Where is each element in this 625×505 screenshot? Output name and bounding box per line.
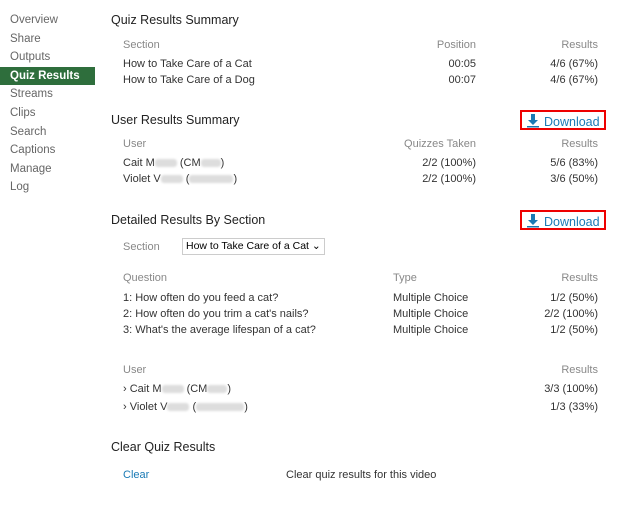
section-filter: Section How to Take Care of a Cat ⌄ bbox=[123, 238, 606, 255]
sidebar-item-search[interactable]: Search bbox=[0, 123, 95, 142]
section-position: 00:07 bbox=[448, 74, 476, 86]
question-type: Multiple Choice bbox=[393, 308, 469, 320]
col-results: Results bbox=[561, 39, 598, 51]
user-summary-title: User Results Summary bbox=[111, 113, 240, 127]
col-quizzes-taken: Quizzes Taken bbox=[404, 138, 476, 150]
col-user: User bbox=[123, 364, 147, 376]
table-row: 1: How often do you feed a cat? Multiple… bbox=[123, 290, 606, 306]
table-row: How to Take Care of a Cat 00:05 4/6 (67%… bbox=[123, 56, 606, 72]
col-type: Type bbox=[393, 272, 417, 284]
question-results: 1/2 (50%) bbox=[550, 292, 598, 304]
question-text: 1: How often do you feed a cat? bbox=[123, 292, 279, 304]
user-results: 5/6 (83%) bbox=[550, 157, 598, 169]
col-section: Section bbox=[123, 39, 160, 51]
table-row: How to Take Care of a Dog 00:07 4/6 (67%… bbox=[123, 72, 606, 88]
chevron-down-icon: ⌄ bbox=[311, 240, 321, 252]
chevron-right-icon[interactable]: › bbox=[123, 401, 127, 413]
user-results: 3/3 (100%) bbox=[544, 383, 598, 395]
user-name: Cait M (CM) bbox=[123, 157, 225, 169]
download-label: Download bbox=[544, 115, 600, 129]
user-quizzes: 2/2 (100%) bbox=[422, 173, 476, 185]
download-icon bbox=[527, 114, 539, 128]
clear-description: Clear quiz results for this video bbox=[286, 469, 437, 481]
sidebar-item-share[interactable]: Share bbox=[0, 30, 95, 49]
user-name[interactable]: › Cait M (CM) bbox=[123, 381, 231, 397]
col-position: Position bbox=[436, 39, 476, 51]
detailed-title: Detailed Results By Section bbox=[111, 213, 266, 227]
col-user: User bbox=[123, 138, 147, 150]
question-text: 3: What's the average lifespan of a cat? bbox=[123, 324, 316, 336]
col-question: Question bbox=[123, 272, 168, 284]
section-select[interactable]: How to Take Care of a Cat ⌄ bbox=[182, 238, 325, 255]
user-quizzes: 2/2 (100%) bbox=[422, 157, 476, 169]
clear-link[interactable]: Clear bbox=[123, 467, 149, 483]
sidebar-item-quiz-results[interactable]: Quiz Results bbox=[0, 66, 95, 86]
detailed-download-button[interactable]: Download bbox=[520, 210, 606, 230]
detailed-user-header: User Results bbox=[123, 362, 606, 378]
table-row[interactable]: › Violet V () 1/3 (33%) bbox=[123, 399, 606, 415]
table-row: Violet V () 2/2 (100%) 3/6 (50%) bbox=[123, 171, 606, 187]
sidebar-item-log[interactable]: Log bbox=[0, 178, 95, 197]
chevron-right-icon[interactable]: › bbox=[123, 383, 127, 395]
question-header: Question Type Results bbox=[123, 270, 606, 286]
sidebar-item-outputs[interactable]: Outputs bbox=[0, 48, 95, 67]
section-position: 00:05 bbox=[448, 58, 476, 70]
section-results: 4/6 (67%) bbox=[550, 58, 598, 70]
table-row[interactable]: › Cait M (CM) 3/3 (100%) bbox=[123, 381, 606, 397]
question-text: 2: How often do you trim a cat's nails? bbox=[123, 308, 309, 320]
question-type: Multiple Choice bbox=[393, 292, 469, 304]
table-row: 2: How often do you trim a cat's nails? … bbox=[123, 306, 606, 322]
table-row: 3: What's the average lifespan of a cat?… bbox=[123, 322, 606, 338]
sidebar-nav: Overview Share Outputs Quiz Results Stre… bbox=[0, 11, 95, 197]
section-results: 4/6 (67%) bbox=[550, 74, 598, 86]
table-row: Cait M (CM) 2/2 (100%) 5/6 (83%) bbox=[123, 155, 606, 171]
section-name: How to Take Care of a Cat bbox=[123, 58, 252, 70]
user-results: 1/3 (33%) bbox=[550, 401, 598, 413]
col-results: Results bbox=[561, 138, 598, 150]
user-name[interactable]: › Violet V () bbox=[123, 399, 248, 415]
quiz-summary-header: Section Position Results bbox=[123, 37, 606, 53]
question-results: 2/2 (100%) bbox=[544, 308, 598, 320]
col-results: Results bbox=[561, 364, 598, 376]
quiz-summary-title: Quiz Results Summary bbox=[111, 13, 239, 27]
sidebar-item-captions[interactable]: Captions bbox=[0, 141, 95, 160]
user-summary-header: User Quizzes Taken Results bbox=[123, 136, 606, 152]
clear-row: Clear Clear quiz results for this video bbox=[123, 467, 606, 483]
user-summary-download-button[interactable]: Download bbox=[520, 110, 606, 130]
sidebar-item-clips[interactable]: Clips bbox=[0, 104, 95, 123]
sidebar-item-overview[interactable]: Overview bbox=[0, 11, 95, 30]
download-label: Download bbox=[544, 215, 600, 229]
section-name: How to Take Care of a Dog bbox=[123, 74, 255, 86]
question-results: 1/2 (50%) bbox=[550, 324, 598, 336]
download-icon bbox=[527, 214, 539, 228]
col-results: Results bbox=[561, 272, 598, 284]
section-label: Section bbox=[123, 241, 160, 253]
user-results: 3/6 (50%) bbox=[550, 173, 598, 185]
clear-title: Clear Quiz Results bbox=[111, 440, 216, 454]
sidebar-item-streams[interactable]: Streams bbox=[0, 85, 95, 104]
user-name: Violet V () bbox=[123, 173, 238, 185]
question-type: Multiple Choice bbox=[393, 324, 469, 336]
sidebar-item-manage[interactable]: Manage bbox=[0, 160, 95, 179]
